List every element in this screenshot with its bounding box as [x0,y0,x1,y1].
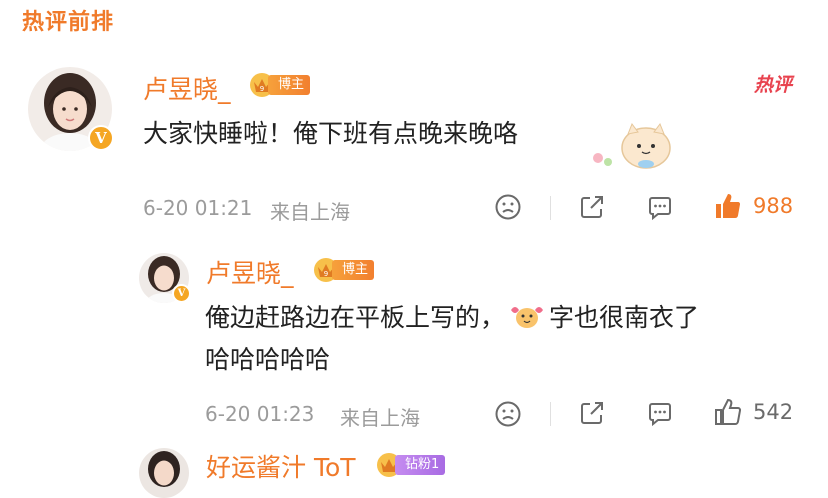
action-divider [550,196,551,220]
avatar[interactable]: V [28,67,114,151]
rank-badge: 9 博主 [248,72,311,98]
thumbs-up-icon [716,194,741,219]
sad-face-icon [495,401,521,427]
rank-badge-label: 钻粉1 [395,455,446,475]
hot-comment-tag: 热评 [753,74,792,96]
comment-location: 来自上海 [340,406,420,430]
rank-badge-label: 博主 [268,75,311,95]
thumbs-up-icon [715,398,742,425]
action-divider [550,402,551,426]
sad-face-icon [495,194,521,220]
reply-button[interactable] [646,400,674,428]
svg-text:9: 9 [260,85,264,93]
comment-location: 来自上海 [270,200,350,224]
like-button[interactable]: 542 [713,397,793,427]
reply-button[interactable] [646,194,674,222]
comment-time: 6-20 01:21 [143,196,253,220]
rank-badge-label: 博主 [332,260,375,280]
verified-badge-icon: V [88,125,114,151]
sticker-dancing-cat-icon [511,307,544,328]
comment-text: 大家快睡啦！俺下班有点晚来晚咯 [143,119,519,148]
like-count: 542 [753,400,794,424]
comment-text: 俺边赶路边在平板上写的， 字也很南衣了 [205,298,699,338]
comment-icon [649,197,671,221]
verified-badge-icon: V [172,284,191,303]
comment-username[interactable]: 卢昱晓_ [143,70,231,106]
like-count: 988 [753,194,794,218]
comment-username[interactable]: 卢昱晓_ [206,254,294,290]
avatar-image [139,448,189,498]
share-button[interactable] [578,399,606,427]
dislike-button[interactable] [494,400,522,428]
comment-icon [649,403,671,427]
like-button[interactable]: 988 [713,191,793,221]
svg-text:9: 9 [324,270,328,278]
share-icon [581,196,603,218]
comment-text-line: 哈哈哈哈哈 [205,345,331,374]
avatar[interactable] [139,448,189,498]
comment-text-part: 字也很南衣了 [549,303,700,332]
rank-badge: 9 博主 [312,257,375,283]
dislike-button[interactable] [494,193,522,221]
rank-badge: 钻粉1 [375,452,446,478]
comment-time: 6-20 01:23 [205,402,315,426]
sticker-cat-icon [584,118,674,174]
section-title: 热评前排 [22,10,115,35]
avatar[interactable]: V [139,253,191,303]
share-icon [581,402,603,424]
comment-text-part: 俺边赶路边在平板上写的， [205,303,506,332]
share-button[interactable] [578,193,606,221]
comment-username[interactable]: 好运酱汁 ToT [206,448,356,484]
